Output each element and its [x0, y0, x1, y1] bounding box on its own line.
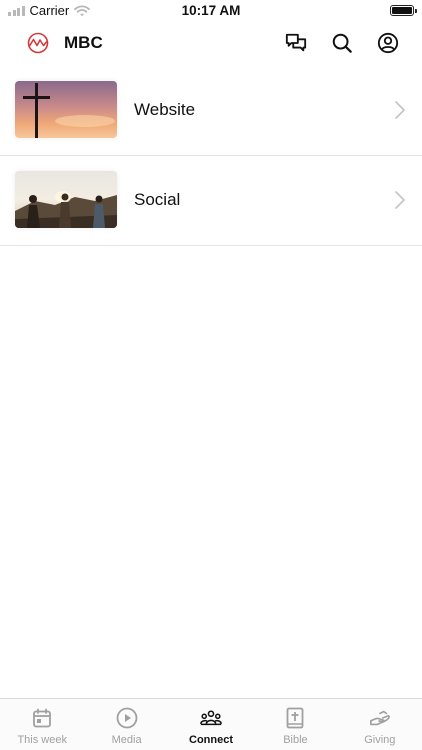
profile-button[interactable]: [376, 31, 400, 55]
tab-media[interactable]: Media: [84, 699, 168, 750]
connect-list: Website Social: [0, 66, 422, 246]
tab-label: Giving: [364, 734, 396, 746]
list-item-social[interactable]: Social: [0, 156, 422, 246]
list-item-website[interactable]: Website: [0, 66, 422, 156]
people-group-icon: [200, 710, 222, 726]
cross-sunset-image: [15, 81, 117, 138]
tab-label: This week: [17, 734, 67, 746]
chevron-right-icon: [395, 191, 405, 209]
play-circle-icon: [116, 707, 138, 729]
tab-giving[interactable]: Giving: [338, 699, 422, 750]
tab-bar: This week Media Connect Bible Giving: [0, 698, 422, 750]
search-icon: [332, 33, 352, 53]
tab-label: Media: [111, 734, 142, 746]
battery-icon: [390, 5, 417, 16]
search-button[interactable]: [330, 31, 354, 55]
people-sunset-image: [15, 171, 117, 228]
item-label: Social: [134, 190, 181, 209]
account-icon: [377, 32, 399, 54]
chat-icon: [285, 33, 307, 52]
tab-label: Bible: [283, 734, 308, 746]
tab-connect[interactable]: Connect: [169, 699, 253, 750]
brand: MBC: [26, 31, 103, 55]
giving-hand-icon: [369, 710, 390, 726]
status-time: 10:17 AM: [181, 3, 241, 18]
bible-icon: [287, 707, 304, 729]
calendar-icon: [33, 708, 52, 728]
status-bar: Carrier 10:17 AM: [0, 0, 422, 22]
tab-label: Connect: [189, 734, 234, 746]
item-label: Website: [134, 100, 196, 119]
tab-this-week[interactable]: This week: [0, 699, 84, 750]
app-title: MBC: [64, 33, 103, 52]
chat-button[interactable]: [284, 31, 308, 55]
app-header: MBC: [0, 22, 422, 66]
header-actions: [284, 31, 400, 55]
mbc-logo-icon: [27, 32, 49, 54]
chevron-right-icon: [395, 101, 405, 119]
tab-bible[interactable]: Bible: [253, 699, 337, 750]
